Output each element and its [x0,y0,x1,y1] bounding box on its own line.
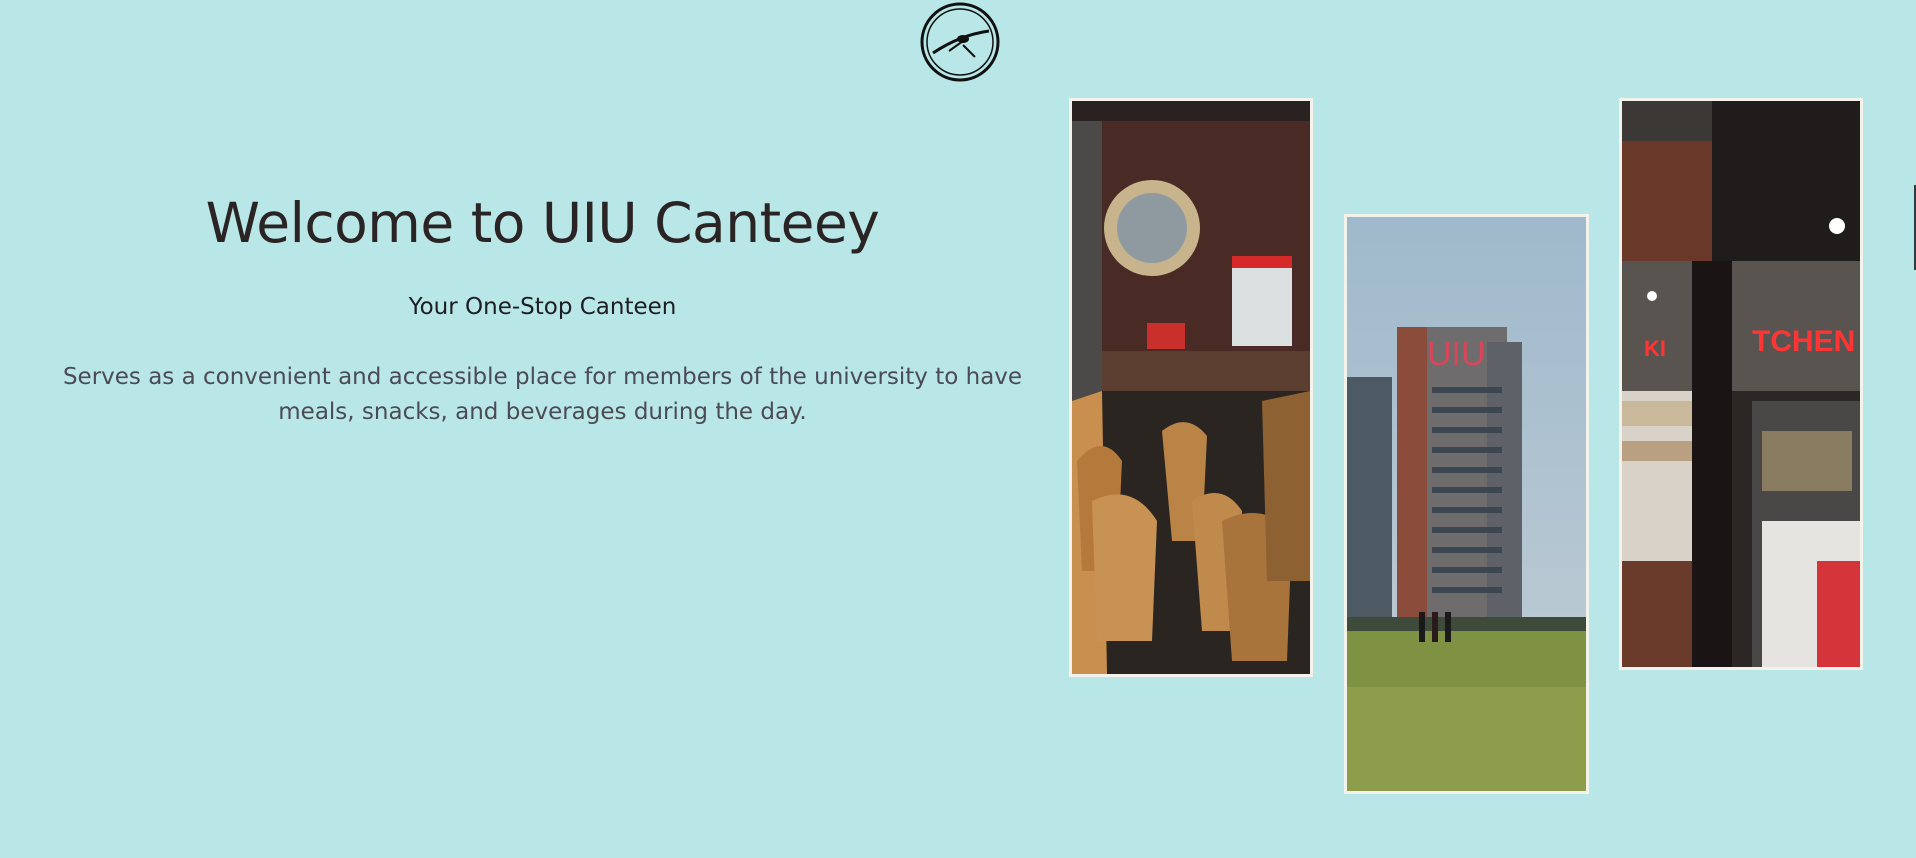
uiu-building-picture: UIU [1347,217,1586,791]
site-logo[interactable] [919,1,1001,83]
hero-section: Welcome to UIU Canteey Your One-Stop Can… [0,190,1085,430]
page-title: Welcome to UIU Canteey [205,191,880,255]
svg-text:UIU: UIU [1427,335,1486,373]
svg-text:KI: KI [1644,336,1666,361]
kitchen-counter-picture: KI TCHEN [1622,101,1860,667]
canteey-logo-icon [920,2,1000,82]
gallery-image-building: UIU [1344,214,1589,794]
gallery-image-seating [1069,98,1313,677]
gallery-image-kitchen: KI TCHEN [1619,98,1863,670]
hero-subtitle: Your One-Stop Canteen [408,294,677,320]
svg-text:TCHEN: TCHEN [1752,325,1855,358]
canteen-seating-picture [1072,101,1310,674]
hero-description: Serves as a convenient and accessible pl… [62,364,1023,425]
